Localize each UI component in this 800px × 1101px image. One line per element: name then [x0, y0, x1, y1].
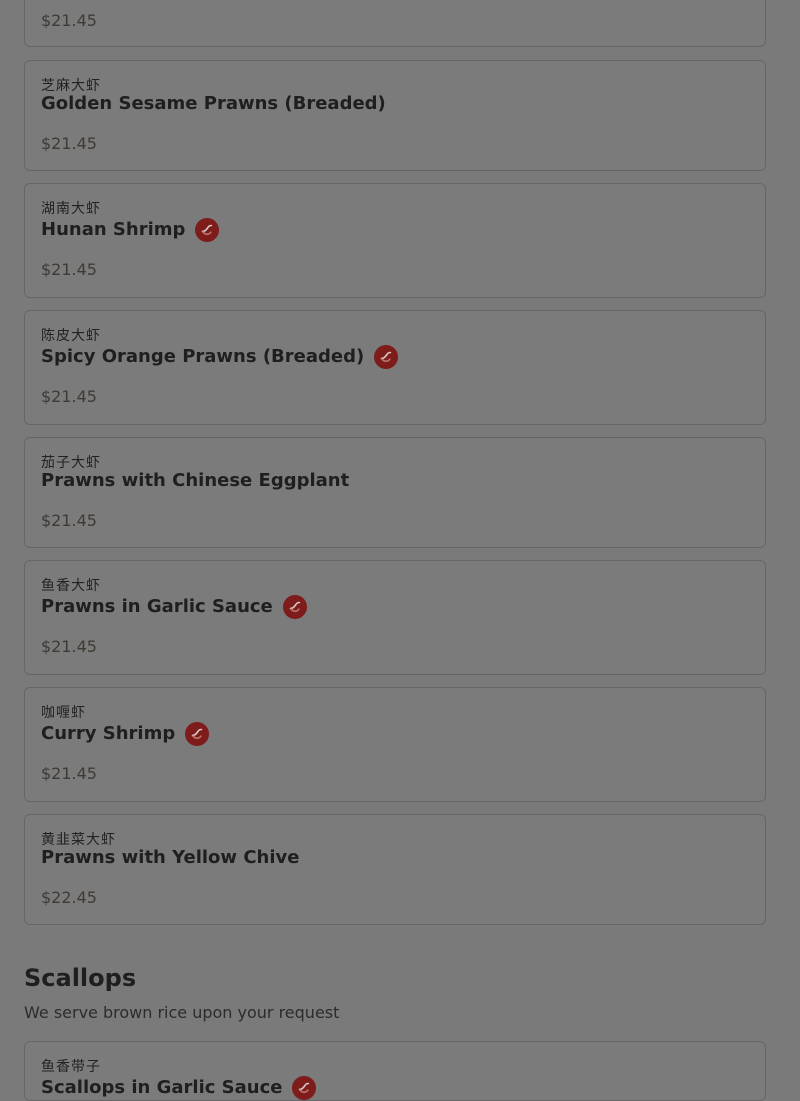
menu-item-price: $21.45	[41, 134, 97, 153]
menu-item-name-row: Prawns in Garlic Sauce	[41, 595, 307, 619]
menu-item-card[interactable]: 陈皮大虾 Spicy Orange Prawns (Breaded) $21.4…	[24, 310, 766, 425]
menu-item-chinese-name: 鱼香大虾	[41, 578, 101, 594]
menu-item-price: $22.45	[41, 888, 97, 907]
menu-item-chinese-name: 湖南大虾	[41, 201, 101, 217]
menu-item-name-row: Curry Shrimp	[41, 722, 210, 746]
menu-item-price: $21.45	[41, 764, 97, 783]
menu-item-name-row: Spicy Orange Prawns (Breaded)	[41, 345, 399, 369]
menu-page: $21.45 芝麻大虾 Golden Sesame Prawns (Breade…	[0, 0, 800, 1101]
menu-item-price: $21.45	[41, 260, 97, 279]
menu-item-name: Spicy Orange Prawns (Breaded)	[41, 346, 365, 367]
menu-item-card[interactable]: 芝麻大虾 Golden Sesame Prawns (Breaded) $21.…	[24, 60, 766, 171]
menu-item-chinese-name: 陈皮大虾	[41, 328, 101, 344]
menu-item-card[interactable]: 茄子大虾 Prawns with Chinese Eggplant $21.45	[24, 437, 766, 548]
menu-item-price: $21.45	[41, 11, 97, 30]
menu-item-name-row: Prawns with Chinese Eggplant	[41, 472, 349, 490]
section-title: Scallops	[24, 964, 137, 992]
menu-item-name: Golden Sesame Prawns (Breaded)	[41, 93, 386, 114]
menu-item-card[interactable]: 黄韭菜大虾 Prawns with Yellow Chive $22.45	[24, 814, 766, 925]
menu-item-chinese-name: 咖喱虾	[41, 705, 86, 721]
chili-pepper-icon	[292, 1076, 317, 1100]
menu-item-card[interactable]: 鱼香带子 Scallops in Garlic Sauce	[24, 1041, 766, 1101]
menu-item-name-row: Prawns with Yellow Chive	[41, 849, 299, 867]
menu-item-card[interactable]: 鱼香大虾 Prawns in Garlic Sauce $21.45	[24, 560, 766, 675]
menu-item-name-row: Hunan Shrimp	[41, 218, 220, 242]
menu-item-name: Prawns in Garlic Sauce	[41, 596, 273, 617]
menu-item-name: Prawns with Yellow Chive	[41, 847, 300, 868]
chili-pepper-icon	[185, 722, 210, 746]
menu-item-name: Prawns with Chinese Eggplant	[41, 470, 350, 491]
section-subtitle: We serve brown rice upon your request	[24, 1003, 340, 1022]
menu-item-chinese-name: 黄韭菜大虾	[41, 832, 116, 848]
menu-item-name: Hunan Shrimp	[41, 219, 186, 240]
menu-item-name: Scallops in Garlic Sauce	[41, 1077, 283, 1098]
menu-item-price: $21.45	[41, 637, 97, 656]
menu-item-price: $21.45	[41, 511, 97, 530]
menu-item-name-row: Scallops in Garlic Sauce	[41, 1076, 317, 1100]
menu-item-chinese-name: 鱼香带子	[41, 1059, 101, 1075]
menu-item-chinese-name: 芝麻大虾	[41, 78, 101, 94]
menu-item-chinese-name: 茄子大虾	[41, 455, 101, 471]
menu-item-name-row: Golden Sesame Prawns (Breaded)	[41, 95, 386, 113]
chili-pepper-icon	[374, 345, 399, 369]
chili-pepper-icon	[195, 218, 220, 242]
menu-item-name: Curry Shrimp	[41, 723, 176, 744]
menu-item-price: $21.45	[41, 387, 97, 406]
chili-pepper-icon	[282, 595, 307, 619]
menu-item-card[interactable]: 咖喱虾 Curry Shrimp $21.45	[24, 687, 766, 802]
menu-item-card[interactable]: 湖南大虾 Hunan Shrimp $21.45	[24, 183, 766, 298]
menu-item-card[interactable]: $21.45	[24, 0, 766, 47]
